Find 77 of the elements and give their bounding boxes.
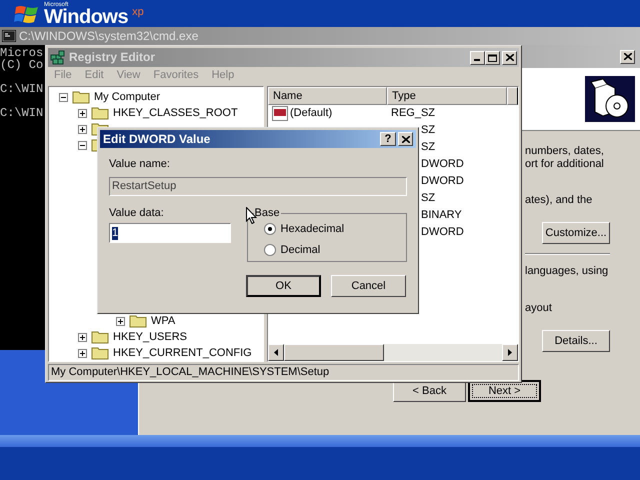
window-title: C:\WINDOWS\system32\cmd.exe — [19, 30, 198, 42]
radio-button[interactable] — [264, 223, 276, 235]
expand-icon[interactable] — [78, 348, 87, 358]
mouse-pointer-icon — [246, 207, 257, 224]
right-arrow-icon — [508, 349, 512, 356]
console-line: Micros — [0, 47, 44, 59]
expand-icon[interactable] — [78, 108, 87, 118]
value-data-input[interactable]: 1 — [109, 223, 231, 243]
logo-product: Windows — [44, 8, 128, 26]
scrollbar-thumb[interactable] — [284, 344, 384, 361]
details-button[interactable]: Details... — [542, 330, 610, 352]
console-line: C:\WIN — [0, 107, 44, 119]
maximize-icon — [488, 54, 497, 62]
value-type: SZ — [420, 192, 436, 205]
console-icon — [2, 30, 16, 42]
tree-item[interactable]: WPA — [151, 314, 176, 328]
column-header[interactable]: Type — [387, 87, 507, 105]
tree-item[interactable]: HKEY_CLASSES_ROOT — [113, 106, 238, 120]
status-bar: My Computer\HKEY_LOCAL_MACHINE\SYSTEM\Setup — [48, 364, 519, 381]
close-button[interactable] — [398, 132, 413, 146]
help-button[interactable]: ? — [380, 132, 396, 146]
value-name[interactable]: (Default) — [290, 107, 332, 120]
wizard-text: ates), and the — [525, 194, 592, 207]
cancel-button[interactable]: Cancel — [331, 275, 406, 297]
dialog-title: Edit DWORD Value — [103, 132, 210, 146]
wizard-text: ayout — [525, 302, 552, 315]
column-header[interactable] — [507, 87, 518, 105]
close-button[interactable] — [502, 50, 517, 64]
expand-icon[interactable] — [78, 332, 87, 342]
folder-icon — [91, 106, 109, 120]
field-label: Value data: — [109, 207, 164, 220]
value-type: SZ — [420, 141, 436, 154]
ok-button[interactable]: OK — [246, 275, 321, 297]
close-button[interactable] — [620, 50, 635, 64]
folder-icon — [91, 330, 109, 344]
close-icon — [624, 53, 632, 60]
logo-edition: xp — [132, 6, 144, 18]
collapse-icon[interactable] — [59, 92, 68, 102]
close-icon — [506, 54, 514, 61]
windows-flag-icon — [14, 4, 40, 26]
folder-icon — [91, 346, 109, 360]
value-type: BINARY — [420, 209, 462, 222]
expand-icon[interactable] — [78, 124, 87, 134]
string-value-icon — [272, 106, 288, 121]
column-header[interactable]: Name — [268, 87, 387, 105]
collapse-icon[interactable] — [78, 140, 87, 150]
maximize-button[interactable] — [485, 50, 500, 64]
wizard-text: languages, using — [525, 265, 608, 278]
customize-button[interactable]: Customize... — [542, 222, 610, 244]
folder-icon — [72, 90, 90, 104]
tree-item[interactable]: My Computer — [94, 90, 160, 104]
value-type: REG_SZ — [390, 107, 436, 120]
expand-icon[interactable] — [116, 316, 125, 326]
field-label: Value name: — [109, 158, 170, 171]
input-text: 1 — [112, 226, 118, 240]
software-box-cd-icon — [585, 76, 635, 122]
close-icon — [402, 136, 410, 142]
registry-cubes-icon — [50, 50, 66, 65]
console-line: (C) Co — [0, 59, 44, 71]
value-type: SZ — [420, 124, 436, 137]
wizard-text: numbers, dates, — [525, 145, 604, 158]
value-name-field[interactable]: RestartSetup — [109, 177, 407, 196]
radio-label[interactable]: Decimal — [280, 244, 320, 256]
radio-label[interactable]: Hexadecimal — [280, 222, 344, 236]
value-type: DWORD — [420, 226, 464, 239]
wizard-text: ort for additional — [525, 158, 604, 171]
minimize-button[interactable] — [470, 50, 485, 64]
horizontal-scrollbar[interactable] — [268, 344, 518, 361]
window-title: Registry Editor — [69, 51, 156, 64]
tree-item[interactable]: HKEY_USERS — [113, 330, 187, 344]
radio-button[interactable] — [264, 244, 276, 256]
console-line: C:\WIN — [0, 83, 44, 95]
next-button[interactable]: Next > — [468, 380, 541, 402]
value-type: DWORD — [420, 158, 464, 171]
left-arrow-icon — [274, 349, 278, 356]
tree-item[interactable]: HKEY_CURRENT_CONFIG — [113, 346, 252, 360]
value-type: DWORD — [420, 175, 464, 188]
